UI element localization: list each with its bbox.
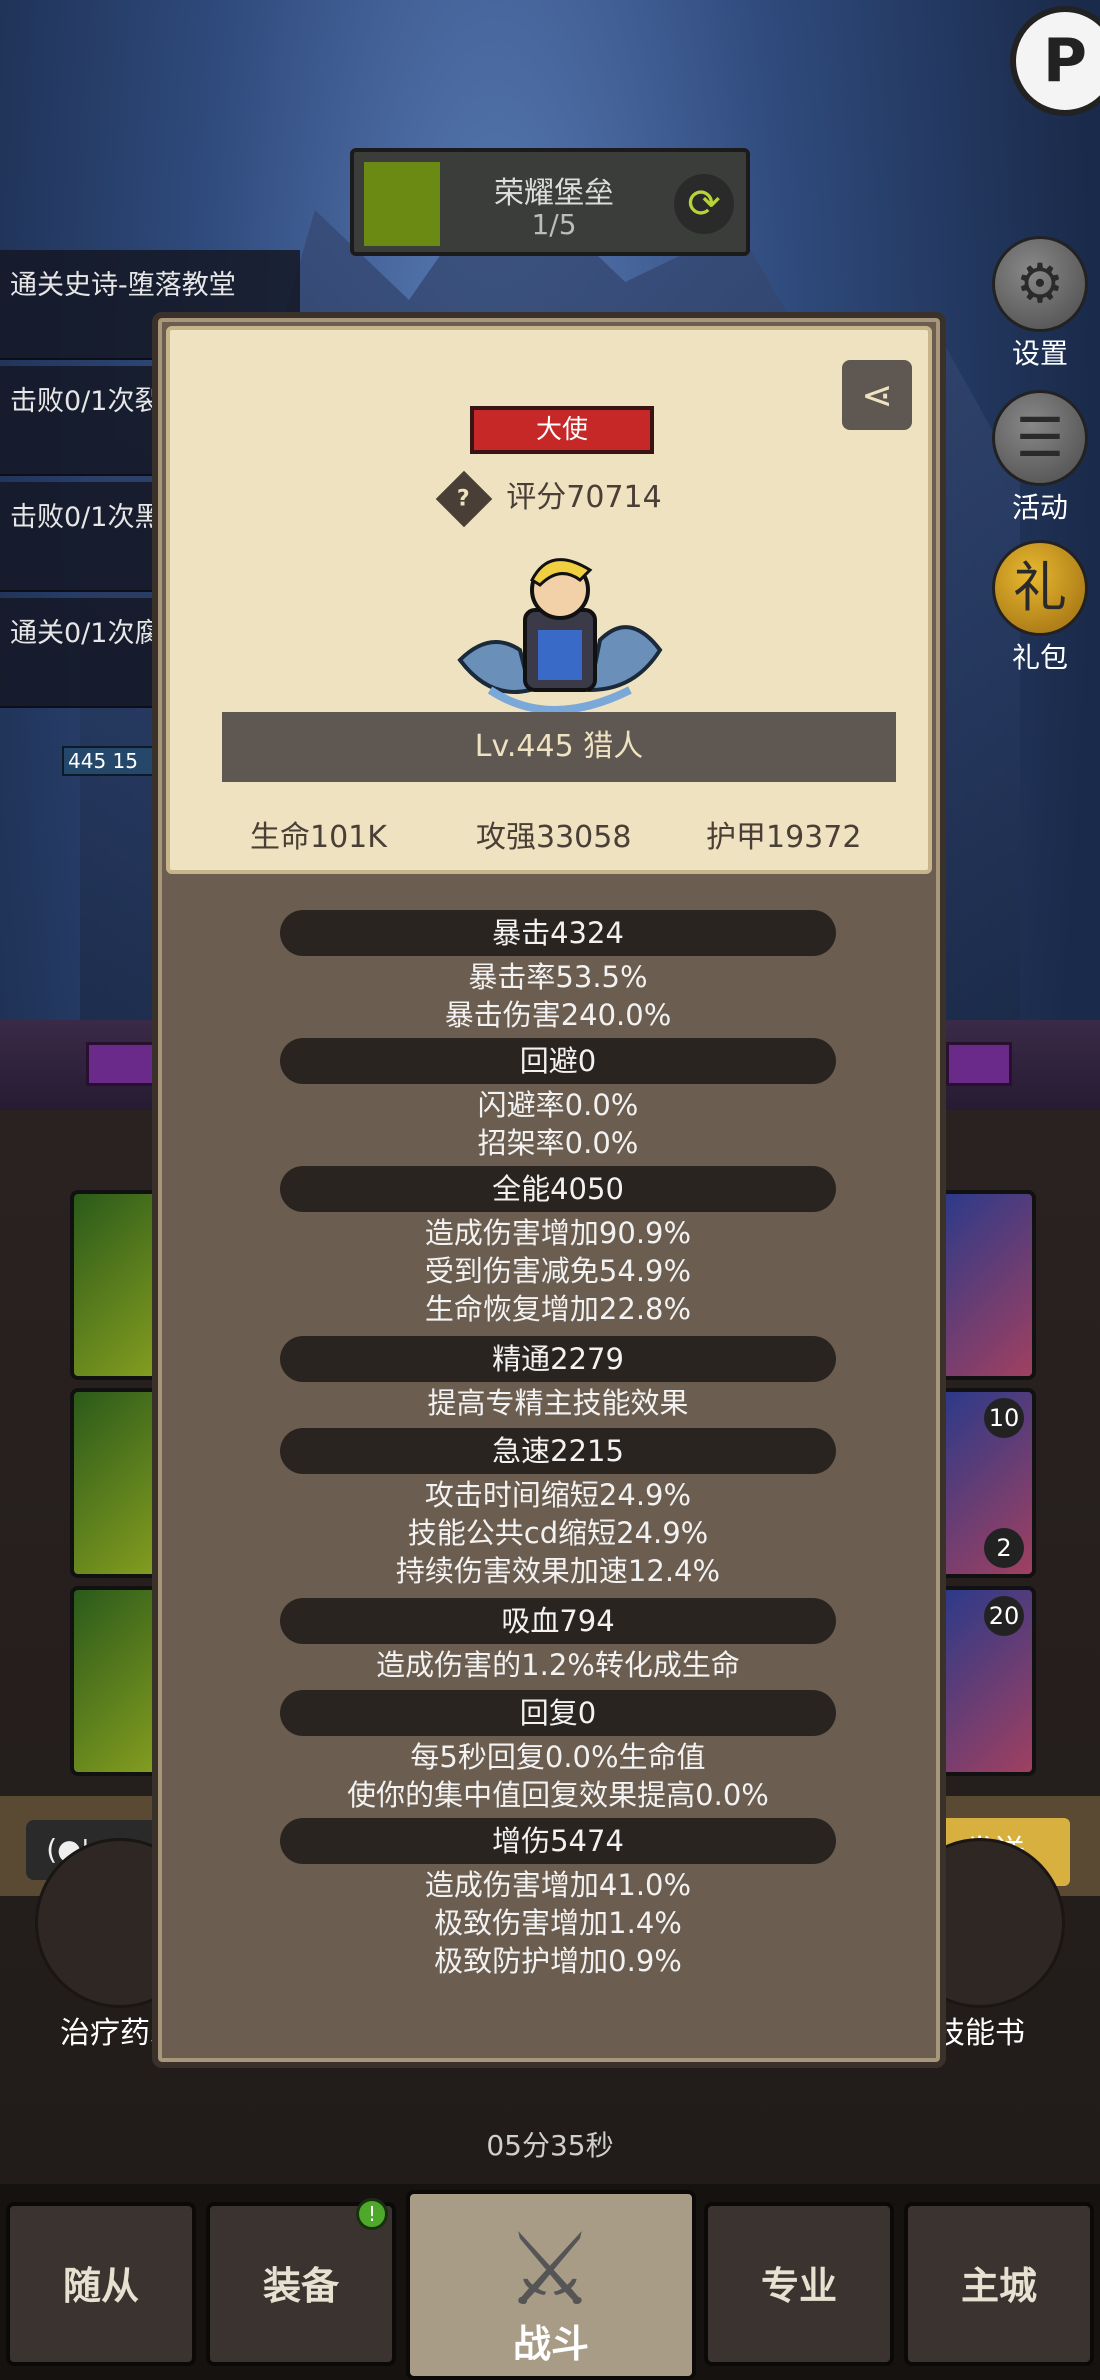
- stat-header: 回避0: [280, 1038, 836, 1084]
- stat-section-dmg-bonus: 增伤5474 造成伤害增加41.0% 极致伤害增加1.4% 极致防护增加0.9%: [280, 1818, 836, 1980]
- stat-section-versatility: 全能4050 造成伤害增加90.9% 受到伤害减免54.9% 生命恢复增加22.…: [280, 1166, 836, 1328]
- slot-count: 2: [984, 1528, 1024, 1568]
- share-icon[interactable]: ⋖: [842, 360, 912, 430]
- stat-header: 全能4050: [280, 1166, 836, 1212]
- gift-icon: 礼: [992, 540, 1088, 636]
- stat-header: 吸血794: [280, 1598, 836, 1644]
- stat-line: 使你的集中值回复效果提高0.0%: [347, 1778, 769, 1812]
- tab-profession[interactable]: 专业: [704, 2202, 894, 2366]
- enemy-hp-bar-right: [946, 1042, 1012, 1086]
- title-badge: 大使: [470, 406, 654, 454]
- gear-icon: ⚙: [992, 236, 1088, 332]
- stage-progress: 1/5: [531, 208, 577, 241]
- tab-followers[interactable]: 随从: [6, 2202, 196, 2366]
- help-icon[interactable]: ?: [435, 470, 493, 527]
- stat-section-crit: 暴击4324 暴击率53.5% 暴击伤害240.0%: [280, 910, 836, 1034]
- skill-slot[interactable]: 10 2: [936, 1388, 1036, 1578]
- character-card: ⋖ 大使 ? 评分70714 Lv.445 猎人 生命101K 攻强33058 护…: [166, 326, 932, 874]
- settings-button[interactable]: ⚙ 设置: [980, 236, 1100, 372]
- stat-line: 每5秒回复0.0%生命值: [410, 1740, 706, 1774]
- stat-header: 回复0: [280, 1690, 836, 1736]
- stat-header: 暴击4324: [280, 910, 836, 956]
- stat-line: 招架率0.0%: [477, 1126, 639, 1160]
- slot-count: 10: [984, 1398, 1024, 1438]
- gift-button[interactable]: 礼 礼包: [980, 540, 1100, 676]
- stage-title: 荣耀堡垒: [494, 176, 614, 211]
- armor-stat: 护甲19372: [706, 820, 862, 855]
- crossed-swords-icon: ⚔: [505, 2211, 595, 2328]
- stat-line: 持续伤害效果加速12.4%: [395, 1554, 721, 1588]
- stat-line: 提高专精主技能效果: [427, 1386, 689, 1420]
- skill-slot[interactable]: [936, 1190, 1036, 1380]
- stat-section-regen: 回复0 每5秒回复0.0%生命值 使你的集中值回复效果提高0.0%: [280, 1690, 836, 1814]
- skill-slot[interactable]: 20: [936, 1586, 1036, 1776]
- stat-line: 极致防护增加0.9%: [434, 1944, 682, 1978]
- score-value: 评分70714: [506, 480, 662, 515]
- stage-header: 荣耀堡垒 1/5 ⟳: [350, 148, 750, 256]
- stat-line: 攻击时间缩短24.9%: [424, 1478, 692, 1512]
- stat-line: 造成伤害增加90.9%: [424, 1216, 692, 1250]
- battle-timer: 05分35秒: [486, 2129, 614, 2162]
- notification-badge: !: [356, 2198, 388, 2230]
- stat-section-haste: 急速2215 攻击时间缩短24.9% 技能公共cd缩短24.9% 持续伤害效果加…: [280, 1428, 836, 1590]
- events-icon: ☰: [992, 390, 1088, 486]
- stat-line: 造成伤害的1.2%转化成生命: [376, 1648, 740, 1682]
- character-stats-modal: ⋖ 大使 ? 评分70714 Lv.445 猎人 生命101K 攻强33058 护…: [152, 312, 946, 2068]
- events-button[interactable]: ☰ 活动: [980, 390, 1100, 526]
- stat-section-avoid: 回避0 闪避率0.0% 招架率0.0%: [280, 1038, 836, 1162]
- hero-avatar: [457, 558, 663, 714]
- level-class-bar: Lv.445 猎人: [222, 712, 896, 782]
- stat-header: 增伤5474: [280, 1818, 836, 1864]
- tab-city[interactable]: 主城: [904, 2202, 1094, 2366]
- stat-line: 造成伤害增加41.0%: [424, 1868, 692, 1902]
- stat-line: 闪避率0.0%: [477, 1088, 639, 1122]
- stat-header: 精通2279: [280, 1336, 836, 1382]
- stat-line: 生命恢复增加22.8%: [424, 1292, 692, 1326]
- stat-line: 技能公共cd缩短24.9%: [407, 1516, 709, 1550]
- enemy-hp-bar-left: [86, 1042, 156, 1086]
- stage-flag-icon: [364, 162, 440, 246]
- stat-line: 极致伤害增加1.4%: [434, 1906, 682, 1940]
- stat-section-mastery: 精通2279 提高专精主技能效果: [280, 1336, 836, 1422]
- stat-section-leech: 吸血794 造成伤害的1.2%转化成生命: [280, 1598, 836, 1684]
- stat-line: 受到伤害减免54.9%: [424, 1254, 692, 1288]
- stat-line: 暴击率53.5%: [468, 960, 648, 994]
- stat-line: 暴击伤害240.0%: [444, 998, 672, 1032]
- refresh-icon[interactable]: ⟳: [674, 174, 734, 234]
- score-row: ? 评分70714: [170, 470, 936, 527]
- attack-stat: 攻强33058: [476, 820, 632, 855]
- slot-count: 20: [984, 1596, 1024, 1636]
- stat-header: 急速2215: [280, 1428, 836, 1474]
- hp-stat: 生命101K: [250, 820, 387, 855]
